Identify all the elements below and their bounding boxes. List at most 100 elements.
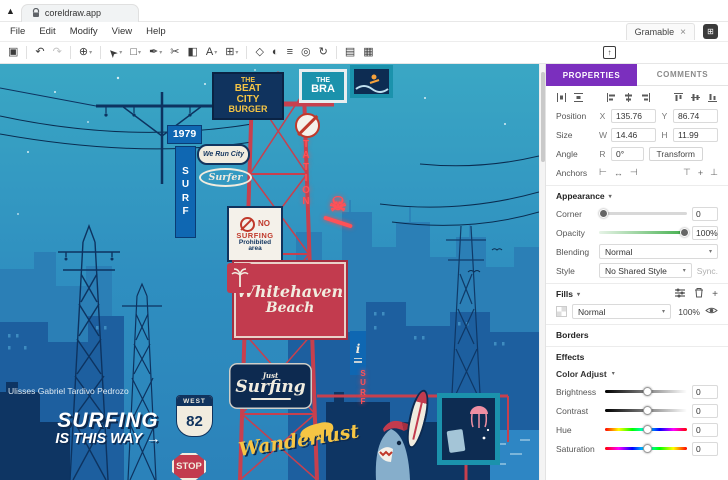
shape-builder-tool[interactable]: ◐ <box>272 47 279 58</box>
distribute-vertical-icon[interactable] <box>573 92 584 103</box>
opacity-value[interactable]: 100% <box>692 226 718 240</box>
anchor-bottom-icon[interactable]: ⊥ <box>710 167 718 178</box>
sign-burger[interactable]: THE BEAT CITY BURGER <box>212 72 284 120</box>
chevron-down-icon[interactable]: ▾ <box>612 370 615 377</box>
transform-button[interactable]: Transform <box>649 147 703 161</box>
sign-vertical-surf[interactable]: S U R F <box>175 146 196 238</box>
grid-view-button[interactable]: ▤ <box>345 47 355 58</box>
zoom-tool[interactable]: ⊕▾ <box>79 47 92 58</box>
select-tool[interactable]: ➤▾ <box>109 47 122 58</box>
eye-icon[interactable] <box>705 306 718 317</box>
undo-button[interactable]: ↶ <box>35 47 44 58</box>
contrast-value[interactable]: 0 <box>692 404 718 418</box>
layout-button[interactable]: ▦ <box>363 47 373 58</box>
sign-1979[interactable]: 1979 <box>167 125 202 144</box>
redo-button[interactable]: ↷ <box>53 47 62 58</box>
saturation-slider[interactable] <box>605 447 687 450</box>
framed-picture-surfer[interactable] <box>350 65 393 98</box>
align-top-icon[interactable] <box>673 92 684 103</box>
opacity-slider[interactable] <box>599 231 687 234</box>
rotate-tool[interactable]: ↻ <box>319 47 328 58</box>
fill-tool[interactable]: ◧ <box>187 47 197 58</box>
sign-west-82[interactable]: WEST 82 <box>176 395 213 437</box>
artboard-tool[interactable]: ⊞▾ <box>225 47 238 58</box>
appearance-header[interactable]: Appearance ▾ <box>546 188 728 204</box>
style-select[interactable]: No Shared Style ▾ <box>599 263 692 278</box>
anchor-center-icon[interactable]: + <box>698 168 703 178</box>
align-left-icon[interactable] <box>606 92 617 103</box>
prohibition-sign-small[interactable] <box>295 113 320 138</box>
contrast-slider[interactable] <box>605 409 687 412</box>
sign-station-neon[interactable]: S T A T I O N <box>297 128 315 208</box>
sign-surfer-oval[interactable]: Surfer <box>199 168 252 187</box>
boolean-tool[interactable]: ◎ <box>301 47 311 58</box>
menu-help[interactable]: Help <box>146 26 166 37</box>
chevron-down-icon: ▾ <box>577 291 580 298</box>
trash-icon[interactable] <box>694 287 704 301</box>
fill-opacity-value[interactable]: 100% <box>676 307 700 317</box>
sign-surfing-badge[interactable]: Just Surfing <box>229 363 312 409</box>
tools-icon[interactable]: ▣ <box>8 47 18 58</box>
hue-value[interactable]: 0 <box>692 423 718 437</box>
canvas[interactable]: THE BEAT CITY BURGER THE BRA 1979 S U R … <box>0 64 539 480</box>
vertical-scrollbar[interactable] <box>539 64 545 480</box>
menu-file[interactable]: File <box>10 26 25 37</box>
apps-icon[interactable]: ⊞ <box>703 24 718 39</box>
direction-text[interactable]: SURFING IS THIS WAY → <box>28 410 188 447</box>
align-center-horizontal-icon[interactable] <box>623 92 634 103</box>
fills-header[interactable]: Fills ▾ + <box>546 286 728 302</box>
corner-slider[interactable] <box>599 212 687 215</box>
rectangle-tool[interactable]: □▾ <box>130 47 141 58</box>
fill-swatch[interactable] <box>556 306 567 317</box>
framed-picture-aquarium[interactable] <box>437 393 500 465</box>
corner-value[interactable]: 0 <box>692 207 718 221</box>
sign-we-run-city[interactable]: We Run City <box>197 144 250 165</box>
anchor-left-icon[interactable]: ⊢ <box>599 167 607 178</box>
brightness-slider[interactable] <box>605 390 687 393</box>
position-y-field[interactable]: 86.74 <box>673 109 718 123</box>
sync-label[interactable]: Sync. <box>697 266 718 276</box>
knife-tool[interactable]: ✂ <box>170 47 179 58</box>
node-edit-tool[interactable]: ◇ <box>255 47 263 58</box>
export-button[interactable]: ↑ <box>603 46 616 59</box>
sign-the-bra[interactable]: THE BRA <box>299 69 347 103</box>
anchor-center-h-icon[interactable]: ↔ <box>614 168 623 178</box>
angle-field[interactable]: 0° <box>611 147 644 161</box>
document-tab[interactable]: Gramable × <box>626 23 695 40</box>
anchor-top-icon[interactable]: ⊤ <box>683 167 691 178</box>
add-fill-icon[interactable]: + <box>712 289 718 300</box>
sign-no-surfing[interactable]: NO SURFING Prohibited area <box>227 206 283 262</box>
menu-view[interactable]: View <box>112 26 132 37</box>
menu-edit[interactable]: Edit <box>39 26 55 37</box>
neon-skeleton-surfer[interactable]: ☠ <box>320 180 356 238</box>
browser-tab[interactable]: coreldraw.app <box>21 4 139 22</box>
menu-modify[interactable]: Modify <box>70 26 98 37</box>
size-w-field[interactable]: 14.46 <box>611 128 656 142</box>
align-right-icon[interactable] <box>640 92 651 103</box>
sign-1979-text: 1979 <box>173 129 196 140</box>
align-tool[interactable]: ≡ <box>287 47 293 58</box>
scrollbar-thumb[interactable] <box>541 72 545 162</box>
info-line <box>354 358 362 360</box>
fill-options-icon[interactable] <box>674 288 686 301</box>
tab-properties[interactable]: PROPERTIES <box>546 64 637 86</box>
hue-slider[interactable] <box>605 428 687 431</box>
anchor-right-icon[interactable]: ⊣ <box>630 167 638 178</box>
close-icon[interactable]: × <box>680 27 686 38</box>
position-x-field[interactable]: 135.76 <box>611 109 656 123</box>
text-tool[interactable]: A▾ <box>206 47 217 58</box>
saturation-value[interactable]: 0 <box>692 442 718 456</box>
size-h-field[interactable]: 11.99 <box>673 128 718 142</box>
palm-badge[interactable] <box>227 263 252 293</box>
align-middle-vertical-icon[interactable] <box>690 92 701 103</box>
borders-header[interactable]: Borders <box>546 327 728 343</box>
distribute-horizontal-icon[interactable] <box>556 92 567 103</box>
brightness-value[interactable]: 0 <box>692 385 718 399</box>
align-bottom-icon[interactable] <box>707 92 718 103</box>
pen-tool[interactable]: ✒▾ <box>149 47 162 58</box>
sign-surf-pole[interactable]: S U R F <box>357 370 369 407</box>
tab-comments[interactable]: COMMENTS <box>637 64 728 86</box>
blending-select[interactable]: Normal ▾ <box>599 244 718 259</box>
effects-header[interactable]: Effects <box>546 349 728 365</box>
fill-mode-select[interactable]: Normal ▾ <box>572 304 671 319</box>
